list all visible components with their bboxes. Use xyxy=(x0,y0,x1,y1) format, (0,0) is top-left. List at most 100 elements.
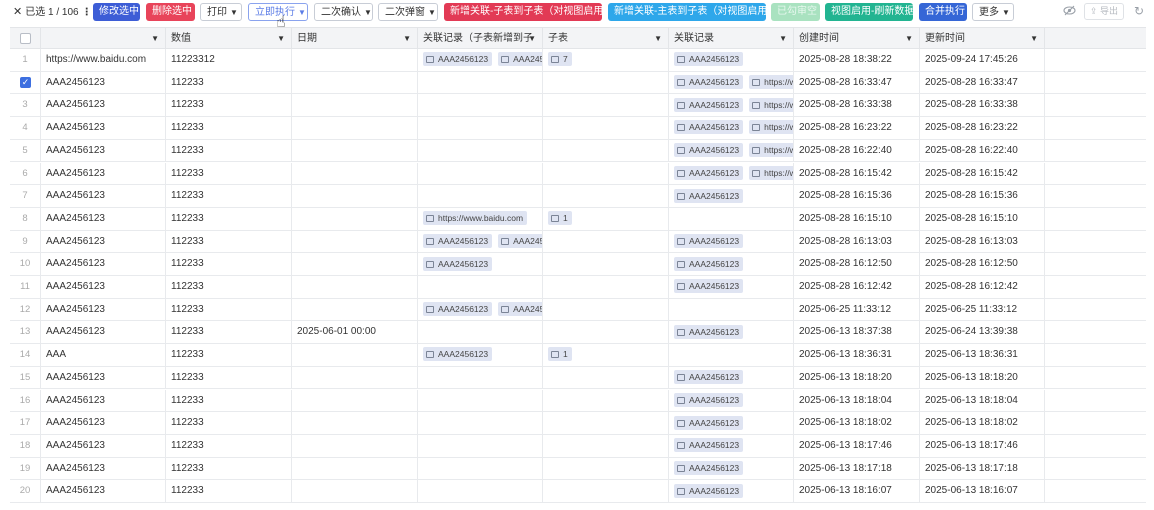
linked-record-cell[interactable]: AAA2456123 AAA2456 xyxy=(418,298,543,321)
linked-record-tag[interactable]: AAA2456123 xyxy=(674,233,744,248)
created-time-cell[interactable]: 2025-08-28 16:22:40 xyxy=(794,139,920,162)
linked-record-tag[interactable]: AAA2456123 xyxy=(423,52,493,67)
linked-record-tag[interactable]: AAA2456123 xyxy=(674,324,744,339)
subtable-cell[interactable] xyxy=(543,298,669,321)
date-cell[interactable] xyxy=(292,94,418,117)
linked-record-tag[interactable]: AAA2456123 xyxy=(674,279,744,294)
subtable-tag[interactable]: 1 xyxy=(548,211,572,226)
linked-record-tag[interactable]: AAA2456123 xyxy=(674,415,744,430)
linked-record-tag[interactable]: AAA2456123 xyxy=(674,75,744,90)
updated-time-cell[interactable]: 2025-08-28 16:15:42 xyxy=(920,162,1045,185)
linked-record-cell[interactable] xyxy=(669,207,794,230)
number-cell[interactable]: 112233 xyxy=(166,162,292,185)
linked-record-cell[interactable] xyxy=(418,457,543,480)
created-time-cell[interactable]: 2025-08-28 16:15:10 xyxy=(794,207,920,230)
linked-record-tag[interactable]: AAA2456123 xyxy=(423,233,493,248)
linked-record-cell[interactable]: AAA2456123 xyxy=(669,253,794,276)
row-number[interactable]: 18 xyxy=(10,434,41,457)
column-menu-icon[interactable]: ▼ xyxy=(528,28,536,49)
linked-record-cell[interactable]: https://www.baidu.com xyxy=(418,207,543,230)
created-time-cell[interactable]: 2025-08-28 16:33:38 xyxy=(794,94,920,117)
date-cell[interactable] xyxy=(292,117,418,140)
column-menu-icon[interactable]: ▼ xyxy=(403,28,411,49)
linked-record-cell[interactable]: AAA2456123 xyxy=(669,457,794,480)
row-number[interactable]: 6 xyxy=(10,162,41,185)
subtable-cell[interactable] xyxy=(543,117,669,140)
created-time-cell[interactable]: 2025-08-28 16:13:03 xyxy=(794,230,920,253)
linked-record-tag[interactable]: AAA2456123 xyxy=(674,438,744,453)
toolbar-button-5[interactable]: 二次弹窗 ▼ xyxy=(378,3,438,21)
toolbar-button-2[interactable]: 打印 ▼ xyxy=(200,3,242,21)
column-header-4[interactable]: 子表 ▼ xyxy=(543,28,669,49)
text-cell[interactable]: AAA2456123 xyxy=(41,162,166,185)
updated-time-cell[interactable]: 2025-08-28 16:33:47 xyxy=(920,71,1045,94)
linked-record-tag[interactable]: https://ww xyxy=(749,75,793,90)
linked-record-tag[interactable]: AAA2456123 xyxy=(674,188,744,203)
text-cell[interactable]: AAA2456123 xyxy=(41,457,166,480)
table-row[interactable]: 10 AAA2456123 112233 AAA2456123 AAA2456123 20… xyxy=(10,253,1146,276)
linked-record-cell[interactable] xyxy=(418,389,543,412)
updated-time-cell[interactable]: 2025-08-28 16:13:03 xyxy=(920,230,1045,253)
updated-time-cell[interactable]: 2025-06-13 18:16:07 xyxy=(920,480,1045,503)
linked-record-cell[interactable] xyxy=(418,94,543,117)
table-row[interactable]: ✓AAA2456123112233AAA2456123https://ww202… xyxy=(10,71,1146,95)
column-menu-icon[interactable]: ▼ xyxy=(779,28,787,49)
table-row[interactable]: 11 AAA2456123 112233 AAA2456123 2025-08-28 1… xyxy=(10,276,1146,299)
subtable-cell[interactable] xyxy=(543,321,669,344)
date-cell[interactable] xyxy=(292,457,418,480)
linked-record-cell[interactable]: AAA2456123 xyxy=(669,412,794,435)
subtable-cell[interactable]: 1 xyxy=(543,344,669,367)
text-cell[interactable]: AAA2456123 xyxy=(41,366,166,389)
number-cell[interactable]: 112233 xyxy=(166,434,292,457)
number-cell[interactable]: 112233 xyxy=(166,298,292,321)
linked-record-tag[interactable]: AAA2456123 xyxy=(674,165,744,180)
linked-record-cell[interactable]: AAA2456123 xyxy=(669,366,794,389)
updated-time-cell[interactable]: 2025-08-28 16:22:40 xyxy=(920,139,1045,162)
updated-time-cell[interactable]: 2025-08-28 16:15:36 xyxy=(920,185,1045,208)
number-cell[interactable]: 112233 xyxy=(166,344,292,367)
toolbar-button-4[interactable]: 二次确认 ▼ xyxy=(314,3,373,21)
subtable-cell[interactable] xyxy=(543,389,669,412)
subtable-cell[interactable] xyxy=(543,94,669,117)
number-cell[interactable]: 112233 xyxy=(166,480,292,503)
number-cell[interactable]: 112233 xyxy=(166,389,292,412)
updated-time-cell[interactable]: 2025-08-28 16:33:38 xyxy=(920,94,1045,117)
linked-record-cell[interactable] xyxy=(418,412,543,435)
subtable-cell[interactable] xyxy=(543,457,669,480)
text-cell[interactable]: AAA2456123 xyxy=(41,276,166,298)
row-number[interactable]: ✓ xyxy=(10,71,41,94)
created-time-cell[interactable]: 2025-06-13 18:37:38 xyxy=(794,321,920,344)
toolbar-button-6[interactable]: 新增关联-子表到子表（对视图启用) xyxy=(444,3,607,21)
number-cell[interactable]: 112233 xyxy=(166,94,292,117)
table-row[interactable]: 8 AAA2456123 112233 https://www.baidu.com 1 2… xyxy=(10,207,1146,231)
row-number[interactable]: 20 xyxy=(10,480,41,503)
created-time-cell[interactable]: 2025-08-28 16:12:42 xyxy=(794,276,920,298)
table-row[interactable]: 12AAA2456123112233AAA2456123AAA24562025-… xyxy=(10,298,1146,322)
row-number[interactable]: 16 xyxy=(10,389,41,412)
select-all-checkbox[interactable] xyxy=(20,33,31,44)
linked-record-tag[interactable]: AAA2456123 xyxy=(423,302,493,317)
linked-record-cell[interactable] xyxy=(418,185,543,208)
text-cell[interactable]: AAA xyxy=(41,344,166,367)
table-row[interactable]: 17 AAA2456123 112233 AAA2456123 2025-06-13 1… xyxy=(10,412,1146,435)
linked-record-cell[interactable]: AAA2456123 AAA2456 xyxy=(418,49,543,71)
column-menu-icon[interactable]: ▼ xyxy=(1030,28,1038,49)
number-cell[interactable]: 112233 xyxy=(166,139,292,162)
linked-record-cell[interactable]: AAA2456123 xyxy=(669,49,794,71)
text-cell[interactable]: AAA2456123 xyxy=(41,139,166,162)
linked-record-cell[interactable] xyxy=(418,71,543,94)
linked-record-tag[interactable]: AAA2456123 xyxy=(674,460,744,475)
linked-record-cell[interactable]: AAA2456123 AAA2456 xyxy=(418,230,543,253)
row-number[interactable]: 7 xyxy=(10,185,41,208)
eye-off-icon[interactable] xyxy=(1062,4,1076,18)
created-time-cell[interactable]: 2025-08-28 16:15:36 xyxy=(794,185,920,208)
text-cell[interactable]: AAA2456123 xyxy=(41,253,166,276)
date-cell[interactable] xyxy=(292,480,418,503)
row-number[interactable]: 10 xyxy=(10,253,41,276)
column-menu-icon[interactable]: ▼ xyxy=(151,28,159,49)
text-cell[interactable]: AAA2456123 xyxy=(41,298,166,321)
table-row[interactable]: 19 AAA2456123 112233 AAA2456123 2025-06-13 1… xyxy=(10,457,1146,481)
updated-time-cell[interactable]: 2025-08-28 16:15:10 xyxy=(920,207,1045,230)
row-number[interactable]: 13 xyxy=(10,321,41,344)
row-number[interactable]: 12 xyxy=(10,298,41,321)
